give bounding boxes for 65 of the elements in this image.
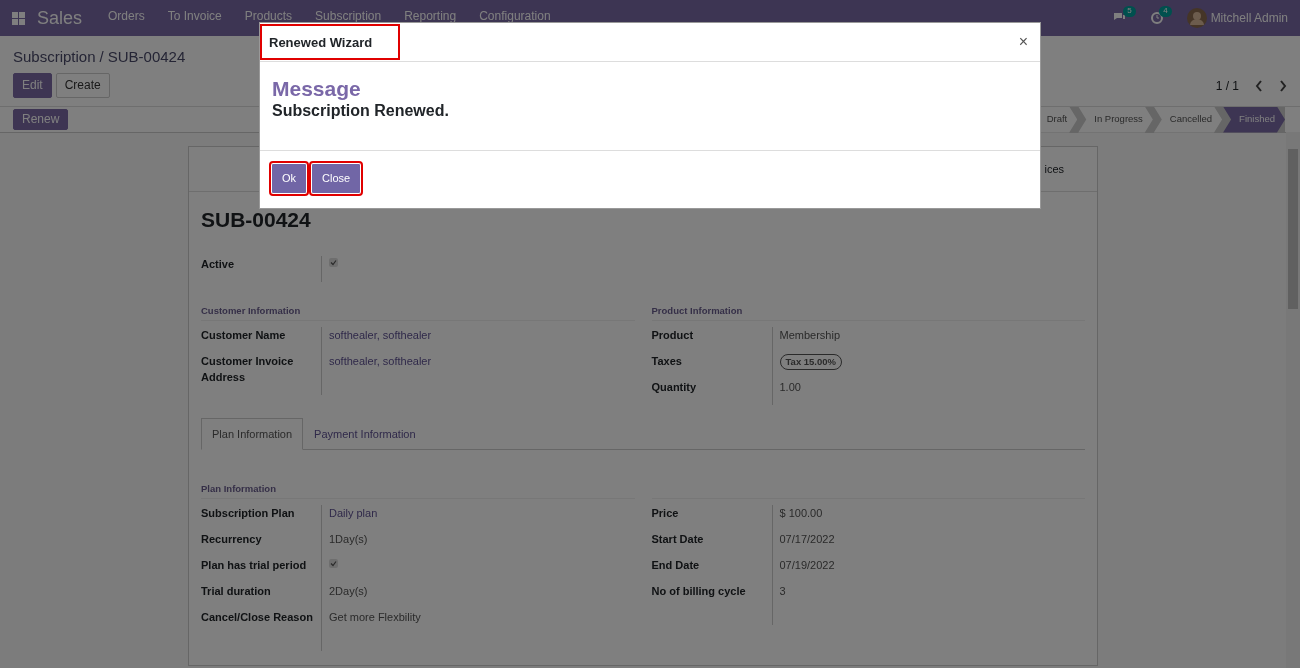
- count-badge: 5: [1123, 6, 1136, 17]
- menu-item[interactable]: Products: [244, 10, 293, 22]
- menu-item[interactable]: Reporting: [404, 10, 457, 22]
- next-icon[interactable]: [1279, 79, 1287, 92]
- clock-icon[interactable]: [1150, 12, 1163, 24]
- stage-button[interactable]: In Progress: [1078, 106, 1153, 133]
- create-button[interactable]: Create: [55, 72, 110, 99]
- field-label: End Date: [651, 558, 701, 573]
- scrollbar[interactable]: [1286, 132, 1300, 668]
- menu-item[interactable]: Configuration: [479, 10, 551, 22]
- group-heading: Plan Information: [201, 482, 635, 500]
- field-value: Membership: [779, 327, 841, 343]
- avatar-icon[interactable]: [1186, 8, 1207, 28]
- menu-item[interactable]: Orders: [108, 10, 145, 22]
- smart-button-label[interactable]: ices: [1044, 160, 1064, 178]
- field-label: Quantity: [651, 379, 698, 395]
- form-tab[interactable]: Payment Information: [303, 417, 427, 450]
- stage-button[interactable]: Cancelled: [1153, 106, 1223, 133]
- field-link[interactable]: Daily plan: [329, 505, 378, 522]
- field-label: Cancel/Close Reason: [201, 610, 314, 626]
- field-value: 07/17/2022: [779, 532, 835, 547]
- count-badge: 4: [1159, 6, 1172, 17]
- field-label: No of billing cycle: [651, 584, 747, 599]
- pager-text: 1 / 1: [1215, 77, 1239, 95]
- message-heading: Message: [272, 76, 362, 102]
- menu-item[interactable]: To Invoice: [167, 10, 222, 22]
- group-heading: Product Information: [651, 303, 1085, 321]
- field-label: Subscription Plan: [201, 506, 296, 522]
- close-button[interactable]: Close: [311, 163, 362, 194]
- field-value: 07/19/2022: [779, 558, 835, 573]
- field-value: 3: [779, 584, 786, 599]
- field-label: Plan has trial period: [201, 558, 308, 574]
- field-link[interactable]: softhealer, softhealer: [329, 326, 432, 344]
- message-text: Subscription Renewed.: [272, 101, 450, 122]
- edit-button[interactable]: Edit: [13, 72, 52, 99]
- field-value: 1.00: [779, 379, 801, 395]
- user-name[interactable]: Mitchell Admin: [1210, 9, 1288, 27]
- group-heading: Customer Information: [201, 303, 635, 321]
- field-label: Trial duration: [201, 584, 272, 600]
- app-name[interactable]: Sales: [37, 4, 83, 32]
- field-label: Product: [651, 327, 695, 343]
- apps-menu-icon[interactable]: [12, 11, 25, 25]
- record-title: SUB-00424: [200, 207, 312, 233]
- field-value: 2Day(s): [329, 584, 368, 600]
- field-label: Recurrency: [201, 532, 263, 548]
- field-link[interactable]: softhealer, softhealer: [329, 352, 432, 370]
- form-tab[interactable]: Plan Information: [201, 417, 304, 450]
- stage-button[interactable]: Finished: [1223, 106, 1285, 133]
- menu-item[interactable]: Subscription: [315, 10, 382, 22]
- field-label: Price: [651, 506, 680, 521]
- field-value: Get more Flexbility: [329, 610, 421, 626]
- field-label: Customer Invoice Address: [201, 353, 295, 386]
- breadcrumb-current: SUB-00424: [107, 47, 186, 67]
- renew-button[interactable]: Renew: [13, 108, 69, 131]
- field-label: Active: [201, 256, 236, 272]
- field-label: Customer Name: [201, 327, 287, 343]
- ok-button[interactable]: Ok: [271, 163, 308, 194]
- breadcrumb-link[interactable]: Subscription: [13, 46, 96, 73]
- field-value: 1Day(s): [329, 532, 368, 548]
- dialog-title: Renewed Wizard: [262, 25, 399, 59]
- previous-icon[interactable]: [1255, 79, 1263, 92]
- breadcrumb-separator: /: [99, 47, 104, 67]
- field-value: $ 100.00: [779, 506, 823, 521]
- field-label: Start Date: [651, 532, 705, 547]
- field-label: Taxes: [651, 353, 683, 369]
